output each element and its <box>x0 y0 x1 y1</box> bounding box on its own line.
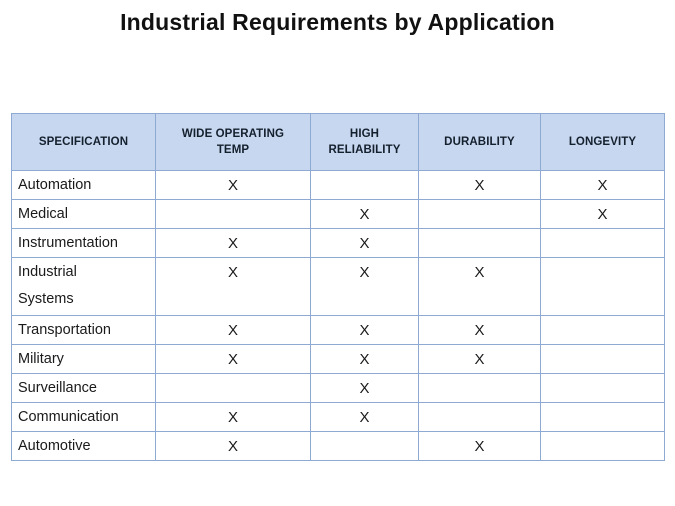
cell-instrumentation-longevity <box>540 228 665 258</box>
row-label-medical: Medical <box>11 199 156 229</box>
row-label-instrumentation: Instrumentation <box>11 228 156 258</box>
row-label-text-line2: Systems <box>18 291 74 307</box>
row-label-text: Automotive <box>18 437 91 454</box>
requirements-table: SPECIFICATION WIDE OPERATING TEMP HIGH R… <box>11 113 665 461</box>
row-label-text: Instrumentation <box>18 234 118 251</box>
cell-military-wide-operating-temp: X <box>155 344 311 374</box>
column-header-wide-operating-temp: WIDE OPERATING TEMP <box>155 113 311 171</box>
row-label-text: Medical <box>18 205 68 222</box>
cell-automation-wide-operating-temp: X <box>155 170 311 200</box>
table-row: Industrial Systems X X X <box>11 257 665 316</box>
cell-communication-longevity <box>540 402 665 432</box>
cell-instrumentation-durability <box>418 228 541 258</box>
table-row: Instrumentation X X <box>11 228 665 258</box>
column-header-durability-line1: DURABILITY <box>444 136 515 148</box>
cell-transportation-longevity <box>540 315 665 345</box>
cell-communication-wide-operating-temp: X <box>155 402 311 432</box>
cell-military-durability: X <box>418 344 541 374</box>
row-label-military: Military <box>11 344 156 374</box>
cell-transportation-wide-operating-temp: X <box>155 315 311 345</box>
cell-automotive-durability: X <box>418 431 541 461</box>
column-header-high-reliability-line2: RELIABILITY <box>328 144 401 156</box>
cell-industrial-systems-wide-operating-temp: X <box>155 257 311 316</box>
cell-communication-high-reliability: X <box>310 402 419 432</box>
column-header-high-reliability-line1: HIGH <box>349 128 380 140</box>
row-label-surveillance: Surveillance <box>11 373 156 403</box>
cell-medical-durability <box>418 199 541 229</box>
column-header-high-reliability: HIGH RELIABILITY <box>310 113 419 171</box>
table-body: Automation X X X Medical X X Instrumenta… <box>11 170 665 461</box>
cell-transportation-durability: X <box>418 315 541 345</box>
table-row: Military X X X <box>11 344 665 374</box>
column-header-longevity-line1: LONGEVITY <box>568 136 637 148</box>
row-label-text: Military <box>18 350 64 367</box>
cell-instrumentation-wide-operating-temp: X <box>155 228 311 258</box>
table-row: Transportation X X X <box>11 315 665 345</box>
column-header-longevity: LONGEVITY <box>540 113 665 171</box>
cell-industrial-systems-high-reliability: X <box>310 257 419 316</box>
table-header: SPECIFICATION WIDE OPERATING TEMP HIGH R… <box>11 113 665 171</box>
table-row: Surveillance X <box>11 373 665 403</box>
table-row: Automation X X X <box>11 170 665 200</box>
row-label-text: Surveillance <box>18 379 97 396</box>
row-label-text: Transportation <box>18 321 111 338</box>
cell-automotive-longevity <box>540 431 665 461</box>
cell-automotive-high-reliability <box>310 431 419 461</box>
cell-surveillance-durability <box>418 373 541 403</box>
cell-automation-longevity: X <box>540 170 665 200</box>
cell-surveillance-high-reliability: X <box>310 373 419 403</box>
column-header-wide-operating-temp-line1: WIDE OPERATING <box>181 128 285 140</box>
column-header-wide-operating-temp-line2: TEMP <box>216 144 250 156</box>
cell-surveillance-wide-operating-temp <box>155 373 311 403</box>
column-header-durability: DURABILITY <box>418 113 541 171</box>
cell-medical-longevity: X <box>540 199 665 229</box>
row-label-communication: Communication <box>11 402 156 432</box>
row-label-transportation: Transportation <box>11 315 156 345</box>
column-header-specification-line1: SPECIFICATION <box>38 136 129 148</box>
page-title: Industrial Requirements by Application <box>120 9 555 35</box>
cell-communication-durability <box>418 402 541 432</box>
cell-military-high-reliability: X <box>310 344 419 374</box>
table-row: Medical X X <box>11 199 665 229</box>
cell-industrial-systems-durability: X <box>418 257 541 316</box>
cell-military-longevity <box>540 344 665 374</box>
cell-automation-high-reliability <box>310 170 419 200</box>
column-header-specification: SPECIFICATION <box>11 113 156 171</box>
row-label-automation: Automation <box>11 170 156 200</box>
row-label-automotive: Automotive <box>11 431 156 461</box>
cell-automation-durability: X <box>418 170 541 200</box>
cell-medical-wide-operating-temp <box>155 199 311 229</box>
requirements-table-container: SPECIFICATION WIDE OPERATING TEMP HIGH R… <box>11 113 665 461</box>
cell-transportation-high-reliability: X <box>310 315 419 345</box>
row-label-industrial-systems: Industrial Systems <box>11 257 156 316</box>
cell-automotive-wide-operating-temp: X <box>155 431 311 461</box>
table-row: Automotive X X <box>11 431 665 461</box>
cell-instrumentation-high-reliability: X <box>310 228 419 258</box>
cell-surveillance-longevity <box>540 373 665 403</box>
table-header-row: SPECIFICATION WIDE OPERATING TEMP HIGH R… <box>11 113 665 171</box>
row-label-text: Communication <box>18 408 119 425</box>
page-root: Industrial Requirements by Application S… <box>0 0 675 506</box>
row-label-text: Automation <box>18 176 92 193</box>
cell-industrial-systems-longevity <box>540 257 665 316</box>
row-label-text-line1: Industrial <box>18 264 77 280</box>
cell-medical-high-reliability: X <box>310 199 419 229</box>
table-row: Communication X X <box>11 402 665 432</box>
